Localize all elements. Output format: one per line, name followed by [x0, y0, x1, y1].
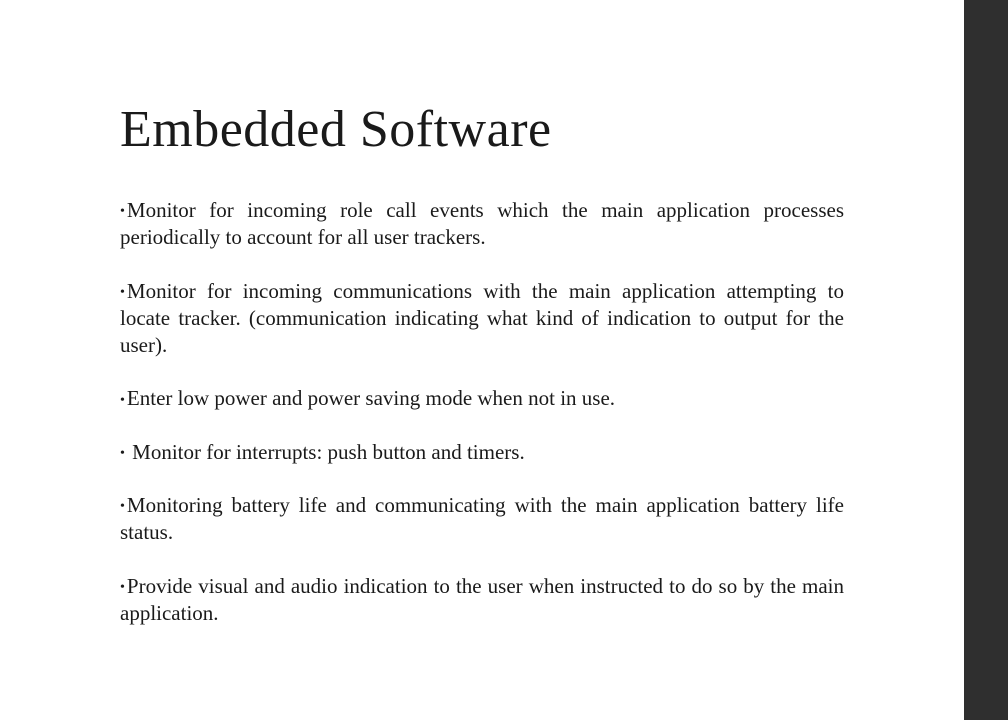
slide-sidebar-accent — [964, 0, 1008, 720]
slide-content: Embedded Software •Monitor for incoming … — [0, 0, 964, 720]
bullet-text: Monitor for incoming communications with… — [120, 279, 844, 358]
bullet-item: •Monitoring battery life and communicati… — [120, 492, 844, 547]
bullet-dot-icon: • — [120, 393, 125, 408]
bullet-dot-icon: • — [120, 499, 125, 514]
bullet-text: Provide visual and audio indication to t… — [120, 574, 844, 625]
bullet-text: Monitor for interrupts: push button and … — [127, 440, 525, 464]
bullet-dot-icon: • — [120, 204, 125, 219]
bullet-dot-icon: • — [120, 580, 125, 595]
bullet-text: Enter low power and power saving mode wh… — [127, 386, 615, 410]
bullet-dot-icon: • — [120, 285, 125, 300]
bullet-item: •Monitor for incoming role call events w… — [120, 197, 844, 252]
slide-title: Embedded Software — [120, 100, 844, 159]
bullet-item: • Monitor for interrupts: push button an… — [120, 439, 844, 466]
bullet-text: Monitor for incoming role call events wh… — [120, 198, 844, 249]
bullet-item: •Monitor for incoming communications wit… — [120, 278, 844, 360]
bullet-text: Monitoring battery life and communicatin… — [120, 493, 844, 544]
bullet-dot-icon: • — [120, 446, 125, 461]
bullet-list: •Monitor for incoming role call events w… — [120, 197, 844, 627]
bullet-item: •Provide visual and audio indication to … — [120, 573, 844, 628]
bullet-item: •Enter low power and power saving mode w… — [120, 385, 844, 412]
